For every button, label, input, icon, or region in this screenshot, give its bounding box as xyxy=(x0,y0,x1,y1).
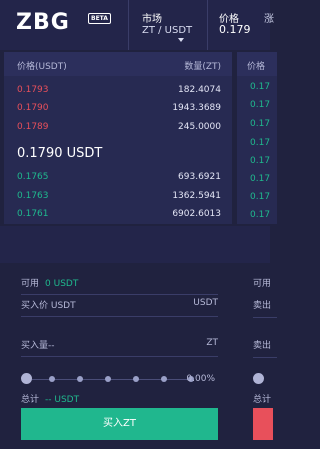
col-price-header: 价格(USDT) xyxy=(17,62,67,72)
secondary-price: 0.17 xyxy=(250,156,271,166)
slider-percent: 0.00% xyxy=(186,374,215,384)
price-value: 0.179 xyxy=(219,23,251,36)
buy-amount-input[interactable]: 买入量-- ZT xyxy=(21,333,218,357)
ask-amount: 1943.3689 xyxy=(172,103,221,113)
buy-button[interactable]: 买入ZT xyxy=(21,408,218,440)
beta-badge: BETA xyxy=(88,13,111,24)
sell-form: 可用 卖出 卖出 总计 xyxy=(237,263,277,449)
sell-slider-handle[interactable] xyxy=(253,373,264,384)
bid-price: 0.1761 xyxy=(17,209,49,219)
slider-step[interactable] xyxy=(161,376,167,382)
header-divider xyxy=(207,0,208,50)
ask-row[interactable]: 0.1793 182.4074 xyxy=(4,82,232,98)
bid-price: 0.1763 xyxy=(17,191,49,201)
sell-price-underline xyxy=(253,317,277,318)
secondary-price: 0.17 xyxy=(250,192,271,202)
bid-amount: 693.6921 xyxy=(178,172,221,182)
sell-button[interactable] xyxy=(253,408,273,440)
buy-total: 总计 -- USDT xyxy=(21,392,79,405)
slider-handle[interactable] xyxy=(21,373,32,384)
buy-price-field[interactable] xyxy=(21,271,218,295)
zbg-logo[interactable]: ZBG xyxy=(16,10,70,35)
total-value: -- USDT xyxy=(45,395,80,405)
market-pair-selector[interactable]: ZT / USDT xyxy=(142,25,197,37)
col-price-header: 价格 xyxy=(247,62,266,72)
bid-price: 0.1765 xyxy=(17,172,49,182)
total-label: 总计 xyxy=(21,395,40,405)
chevron-down-icon[interactable] xyxy=(178,38,184,42)
order-book: 价格(USDT) 数量(ZT) 0.1793 182.4074 0.1790 1… xyxy=(4,52,232,224)
buy-price-placeholder: 买入价 USDT xyxy=(21,301,76,311)
bid-amount: 1362.5941 xyxy=(172,191,221,201)
secondary-price: 0.17 xyxy=(250,82,271,92)
buy-form: 可用 0 USDT 买入价 USDT USDT 买入量-- ZT 0.00% 总计… xyxy=(4,263,232,449)
order-book-header: 价格(USDT) 数量(ZT) xyxy=(4,52,232,76)
bid-row[interactable]: 0.1761 6902.6013 xyxy=(4,206,232,222)
slider-step[interactable] xyxy=(77,376,83,382)
bid-amount: 6902.6013 xyxy=(172,209,221,219)
secondary-price: 0.17 xyxy=(250,100,271,110)
buy-price-input[interactable]: 买入价 USDT USDT xyxy=(21,293,218,317)
order-book-secondary: 价格 0.17 0.17 0.17 0.17 0.17 0.17 0.17 0.… xyxy=(237,52,277,224)
ask-amount: 182.4074 xyxy=(178,85,221,95)
secondary-price: 0.17 xyxy=(250,174,271,184)
sell-amount-underline xyxy=(253,357,277,358)
bid-row[interactable]: 0.1763 1362.5941 xyxy=(4,188,232,204)
ask-price: 0.1793 xyxy=(17,85,49,95)
last-price: 0.1790 USDT xyxy=(17,146,103,161)
ask-amount: 245.0000 xyxy=(178,122,221,132)
secondary-price: 0.17 xyxy=(250,138,271,148)
ask-row[interactable]: 0.1789 245.0000 xyxy=(4,119,232,135)
header-divider xyxy=(128,0,129,50)
section-separator xyxy=(0,226,270,263)
order-book-secondary-header: 价格 xyxy=(237,52,277,76)
sell-amount-placeholder[interactable]: 卖出 xyxy=(253,338,271,351)
top-bar: ZBG BETA 市场 ZT / USDT 价格 0.179 涨 xyxy=(0,0,274,50)
buy-amount-placeholder: 买入量-- xyxy=(21,341,55,351)
bid-row[interactable]: 0.1765 693.6921 xyxy=(4,169,232,185)
slider-step[interactable] xyxy=(105,376,111,382)
buy-amount-unit: ZT xyxy=(206,338,218,348)
secondary-price: 0.17 xyxy=(250,210,271,220)
col-amount-header: 数量(ZT) xyxy=(184,62,221,72)
ask-row[interactable]: 0.1790 1943.3689 xyxy=(4,100,232,116)
ask-price: 0.1789 xyxy=(17,122,49,132)
buy-price-unit: USDT xyxy=(193,298,218,308)
secondary-price: 0.17 xyxy=(250,119,271,129)
slider-step[interactable] xyxy=(49,376,55,382)
change-label: 涨 xyxy=(264,14,274,25)
market-label: 市场 xyxy=(142,14,162,25)
sell-price-placeholder[interactable]: 卖出 xyxy=(253,298,271,311)
sell-available-label: 可用 xyxy=(253,279,272,289)
ask-price: 0.1790 xyxy=(17,103,49,113)
sell-total-label: 总计 xyxy=(253,395,272,405)
slider-step[interactable] xyxy=(133,376,139,382)
